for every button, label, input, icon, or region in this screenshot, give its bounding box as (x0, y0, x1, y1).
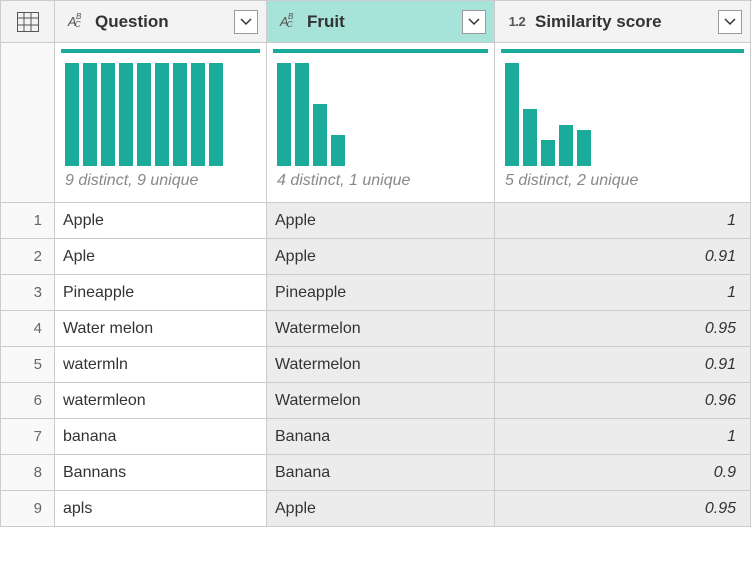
column-label: Question (91, 12, 234, 32)
distribution-bar (119, 63, 133, 166)
distribution-bar (65, 63, 79, 166)
column-stats: 9 distinct, 9 unique (55, 172, 266, 202)
column-stats: 4 distinct, 1 unique (267, 172, 494, 202)
table-icon (17, 12, 39, 32)
cell-question[interactable]: banana (55, 419, 267, 455)
row-number[interactable]: 5 (1, 347, 55, 383)
distribution-bar (295, 63, 309, 166)
row-number[interactable]: 4 (1, 311, 55, 347)
data-table: ABC Question ABC Fruit 1.2 Similarity sc… (0, 0, 752, 527)
distribution-bar (155, 63, 169, 166)
column-profile-fruit[interactable]: 4 distinct, 1 unique (267, 43, 495, 203)
cell-fruit[interactable]: Pineapple (267, 275, 495, 311)
cell-fruit[interactable]: Watermelon (267, 347, 495, 383)
table-corner[interactable] (1, 1, 55, 43)
chevron-down-icon (724, 18, 736, 26)
distribution-bar (541, 140, 555, 166)
column-profile-question[interactable]: 9 distinct, 9 unique (55, 43, 267, 203)
column-header-fruit[interactable]: ABC Fruit (267, 1, 495, 43)
cell-score[interactable]: 0.96 (495, 383, 751, 419)
distribution-bar (313, 104, 327, 166)
text-type-icon: ABC (63, 14, 91, 29)
cell-score[interactable]: 1 (495, 275, 751, 311)
cell-score[interactable]: 1 (495, 419, 751, 455)
cell-fruit[interactable]: Banana (267, 455, 495, 491)
filter-button-score[interactable] (718, 10, 742, 34)
cell-score[interactable]: 0.91 (495, 347, 751, 383)
distribution-chart (495, 53, 750, 172)
cell-question[interactable]: watermln (55, 347, 267, 383)
distribution-bar (137, 63, 151, 166)
cell-score[interactable]: 0.95 (495, 311, 751, 347)
cell-score[interactable]: 0.95 (495, 491, 751, 527)
row-number[interactable]: 1 (1, 203, 55, 239)
summary-rownum-blank (1, 43, 55, 203)
cell-fruit[interactable]: Apple (267, 491, 495, 527)
text-type-icon: ABC (275, 14, 303, 29)
column-stats: 5 distinct, 2 unique (495, 172, 750, 202)
chevron-down-icon (240, 18, 252, 26)
cell-question[interactable]: watermleon (55, 383, 267, 419)
row-number[interactable]: 8 (1, 455, 55, 491)
number-type-icon: 1.2 (503, 14, 531, 29)
cell-question[interactable]: Pineapple (55, 275, 267, 311)
cell-fruit[interactable]: Watermelon (267, 383, 495, 419)
cell-score[interactable]: 0.91 (495, 239, 751, 275)
distribution-bar (523, 109, 537, 166)
distribution-bar (277, 63, 291, 166)
column-header-score[interactable]: 1.2 Similarity score (495, 1, 751, 43)
column-profile-score[interactable]: 5 distinct, 2 unique (495, 43, 751, 203)
distribution-bar (209, 63, 223, 166)
cell-score[interactable]: 1 (495, 203, 751, 239)
row-number[interactable]: 9 (1, 491, 55, 527)
row-number[interactable]: 6 (1, 383, 55, 419)
cell-fruit[interactable]: Apple (267, 239, 495, 275)
row-number[interactable]: 2 (1, 239, 55, 275)
cell-question[interactable]: Water melon (55, 311, 267, 347)
column-label: Similarity score (531, 12, 718, 32)
cell-question[interactable]: Apple (55, 203, 267, 239)
cell-fruit[interactable]: Apple (267, 203, 495, 239)
distribution-bar (559, 125, 573, 166)
column-header-question[interactable]: ABC Question (55, 1, 267, 43)
cell-question[interactable]: Aple (55, 239, 267, 275)
distribution-bar (173, 63, 187, 166)
distribution-chart (267, 53, 494, 172)
chevron-down-icon (468, 18, 480, 26)
row-number[interactable]: 7 (1, 419, 55, 455)
cell-question[interactable]: Bannans (55, 455, 267, 491)
distribution-bar (331, 135, 345, 166)
filter-button-question[interactable] (234, 10, 258, 34)
distribution-bar (101, 63, 115, 166)
distribution-bar (191, 63, 205, 166)
cell-question[interactable]: apls (55, 491, 267, 527)
cell-score[interactable]: 0.9 (495, 455, 751, 491)
cell-fruit[interactable]: Watermelon (267, 311, 495, 347)
distribution-chart (55, 53, 266, 172)
distribution-bar (577, 130, 591, 166)
row-number[interactable]: 3 (1, 275, 55, 311)
filter-button-fruit[interactable] (462, 10, 486, 34)
distribution-bar (505, 63, 519, 166)
distribution-bar (83, 63, 97, 166)
cell-fruit[interactable]: Banana (267, 419, 495, 455)
column-label: Fruit (303, 12, 462, 32)
